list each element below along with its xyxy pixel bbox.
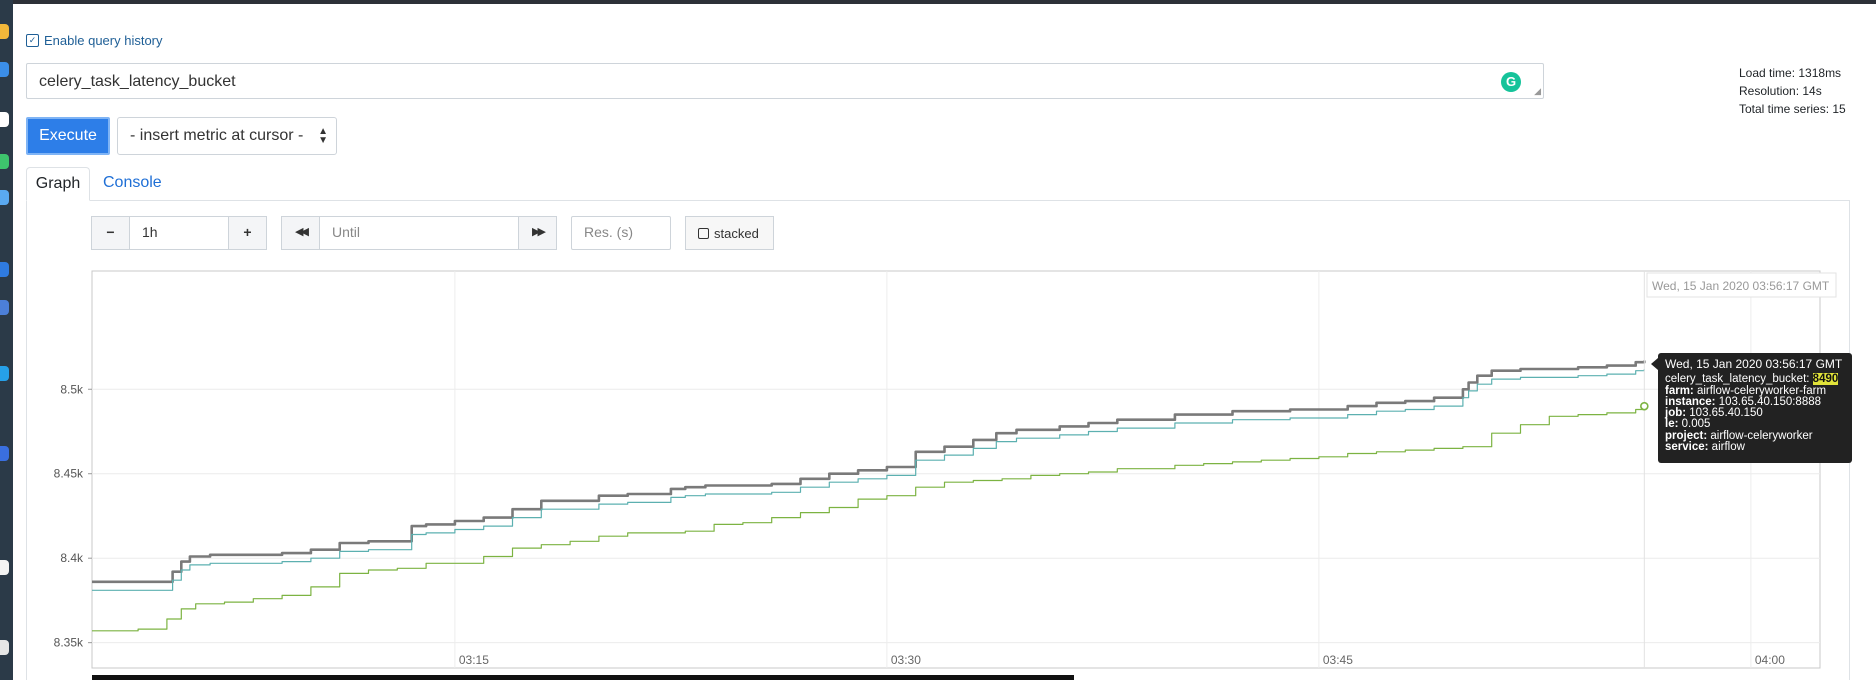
plot-area <box>91 270 1821 669</box>
tooltip-label-value: airflow <box>1708 441 1745 454</box>
hover-time-label: Wed, 15 Jan 2020 03:56:17 GMT <box>1652 279 1830 293</box>
x-tick-label: 03:30 <box>891 653 921 667</box>
tooltip-label-value: 103.65.40.150:8888 <box>1715 395 1822 408</box>
tooltip-label-key: project: <box>1665 429 1708 442</box>
tooltip-label-key: le: <box>1665 418 1679 431</box>
tooltip-time: Wed, 15 Jan 2020 03:56:17 GMT <box>1665 357 1843 371</box>
horizontal-scrollbar[interactable] <box>92 675 1074 680</box>
y-tick-label: 8.4k <box>60 551 84 565</box>
tooltip-label-key: job: <box>1665 407 1687 420</box>
y-tick-label: 8.5k <box>60 382 84 396</box>
hover-tooltip: Wed, 15 Jan 2020 03:56:17 GMT celery_tas… <box>1651 353 1852 463</box>
tooltip-label-value: 0.005 <box>1678 418 1711 431</box>
graph-chart[interactable]: 8.35k 8.4k 8.45k 8.5k 03:15 03:30 03:45 04:00 W… <box>0 0 1876 680</box>
hover-point-marker <box>1640 401 1649 411</box>
x-tick-label: 04:00 <box>1755 653 1785 667</box>
x-tick-label: 03:45 <box>1323 653 1353 667</box>
x-tick-label: 03:15 <box>459 653 489 667</box>
tooltip-label-key: instance: <box>1665 395 1716 408</box>
y-tick-label: 8.35k <box>54 636 84 650</box>
tooltip-label-line: service: airflow <box>1665 441 1845 454</box>
tooltip-label-value: airflow-celeryworker-farm <box>1693 384 1827 397</box>
y-tick-label: 8.45k <box>54 467 84 481</box>
tooltip-metric-value: 8490 <box>1812 373 1839 386</box>
tooltip-metric-key: celery_task_latency_bucket: <box>1665 373 1810 386</box>
tooltip-label-value: 103.65.40.150 <box>1686 407 1763 420</box>
tooltip-label-key: service: <box>1665 441 1709 454</box>
tooltip-label-key: farm: <box>1665 384 1694 397</box>
tooltip-label-value: airflow-celeryworker <box>1707 429 1813 442</box>
